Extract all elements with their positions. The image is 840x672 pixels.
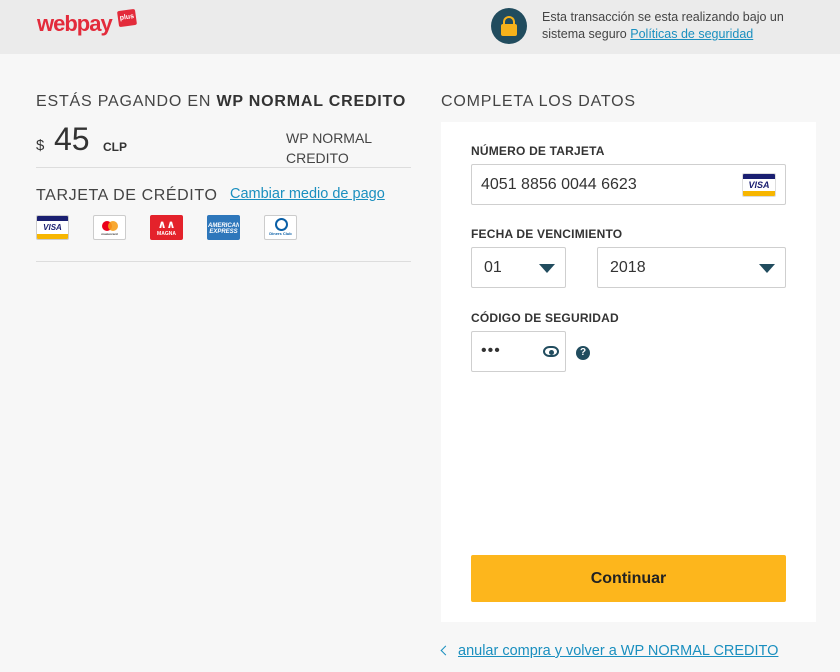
lock-icon <box>491 8 527 44</box>
chevron-down-icon <box>759 264 775 273</box>
continue-button[interactable]: Continuar <box>471 555 786 602</box>
visa-logo: VISA <box>36 215 69 240</box>
mastercard-logo: mastercard <box>93 215 126 240</box>
expiry-year-select[interactable]: 2018 <box>597 247 786 288</box>
help-icon[interactable]: ? <box>576 346 590 360</box>
webpay-plus-badge: plus <box>116 8 138 28</box>
merchant-line-2: CREDITO <box>286 150 349 166</box>
merchant-name: WP NORMAL CREDITO <box>286 128 396 168</box>
top-bar: webpay plus Esta transacción se esta rea… <box>0 0 840 54</box>
security-policies-link[interactable]: Políticas de seguridad <box>630 27 753 41</box>
amex-logo: AMERICAN EXPRESS <box>207 215 240 240</box>
cvv-label: CÓDIGO DE SEGURIDAD <box>471 311 619 325</box>
cancel-purchase[interactable]: anular compra y volver a WP NORMAL CREDI… <box>439 643 778 659</box>
expiry-year-value: 2018 <box>610 259 646 276</box>
magna-logo: ∧∧ MAGNA <box>150 215 183 240</box>
cvv-value: ••• <box>481 342 501 359</box>
form-title: COMPLETA LOS DATOS <box>441 93 636 110</box>
expiry-month-value: 01 <box>484 259 502 276</box>
visa-card-icon: VISA <box>742 173 776 197</box>
payment-method-label: TARJETA DE CRÉDITO <box>36 187 218 204</box>
show-password-eye-icon[interactable] <box>543 346 559 357</box>
cancel-purchase-link[interactable]: anular compra y volver a WP NORMAL CREDI… <box>458 643 778 659</box>
chevron-down-icon <box>539 264 555 273</box>
webpay-logo: webpay plus <box>37 8 138 36</box>
currency-symbol: $ <box>36 137 45 154</box>
cvv-input[interactable]: ••• <box>471 331 566 372</box>
card-number-input[interactable]: 4051 8856 0044 6623 VISA <box>471 164 786 205</box>
divider <box>36 261 411 262</box>
amount-value: 45 <box>54 121 90 157</box>
currency-code: CLP <box>103 140 127 154</box>
paying-in-title: ESTÁS PAGANDO EN WP NORMAL CREDITO <box>36 93 406 111</box>
webpay-wordmark: webpay <box>37 11 113 36</box>
paying-in-merchant: WP NORMAL CREDITO <box>216 93 407 110</box>
change-payment-method-link[interactable]: Cambiar medio de pago <box>230 186 385 202</box>
expiry-label: FECHA DE VENCIMIENTO <box>471 227 623 241</box>
card-number-value: 4051 8856 0044 6623 <box>481 176 637 193</box>
merchant-line-1: WP NORMAL <box>286 130 373 146</box>
paying-in-prefix: ESTÁS PAGANDO EN <box>36 93 212 110</box>
card-number-label: NÚMERO DE TARJETA <box>471 144 605 158</box>
diners-logo: Diners Club <box>264 215 297 240</box>
secure-notice: Esta transacción se esta realizando bajo… <box>542 9 812 43</box>
expiry-month-select[interactable]: 01 <box>471 247 566 288</box>
divider <box>36 167 411 168</box>
chevron-left-icon <box>440 645 451 656</box>
